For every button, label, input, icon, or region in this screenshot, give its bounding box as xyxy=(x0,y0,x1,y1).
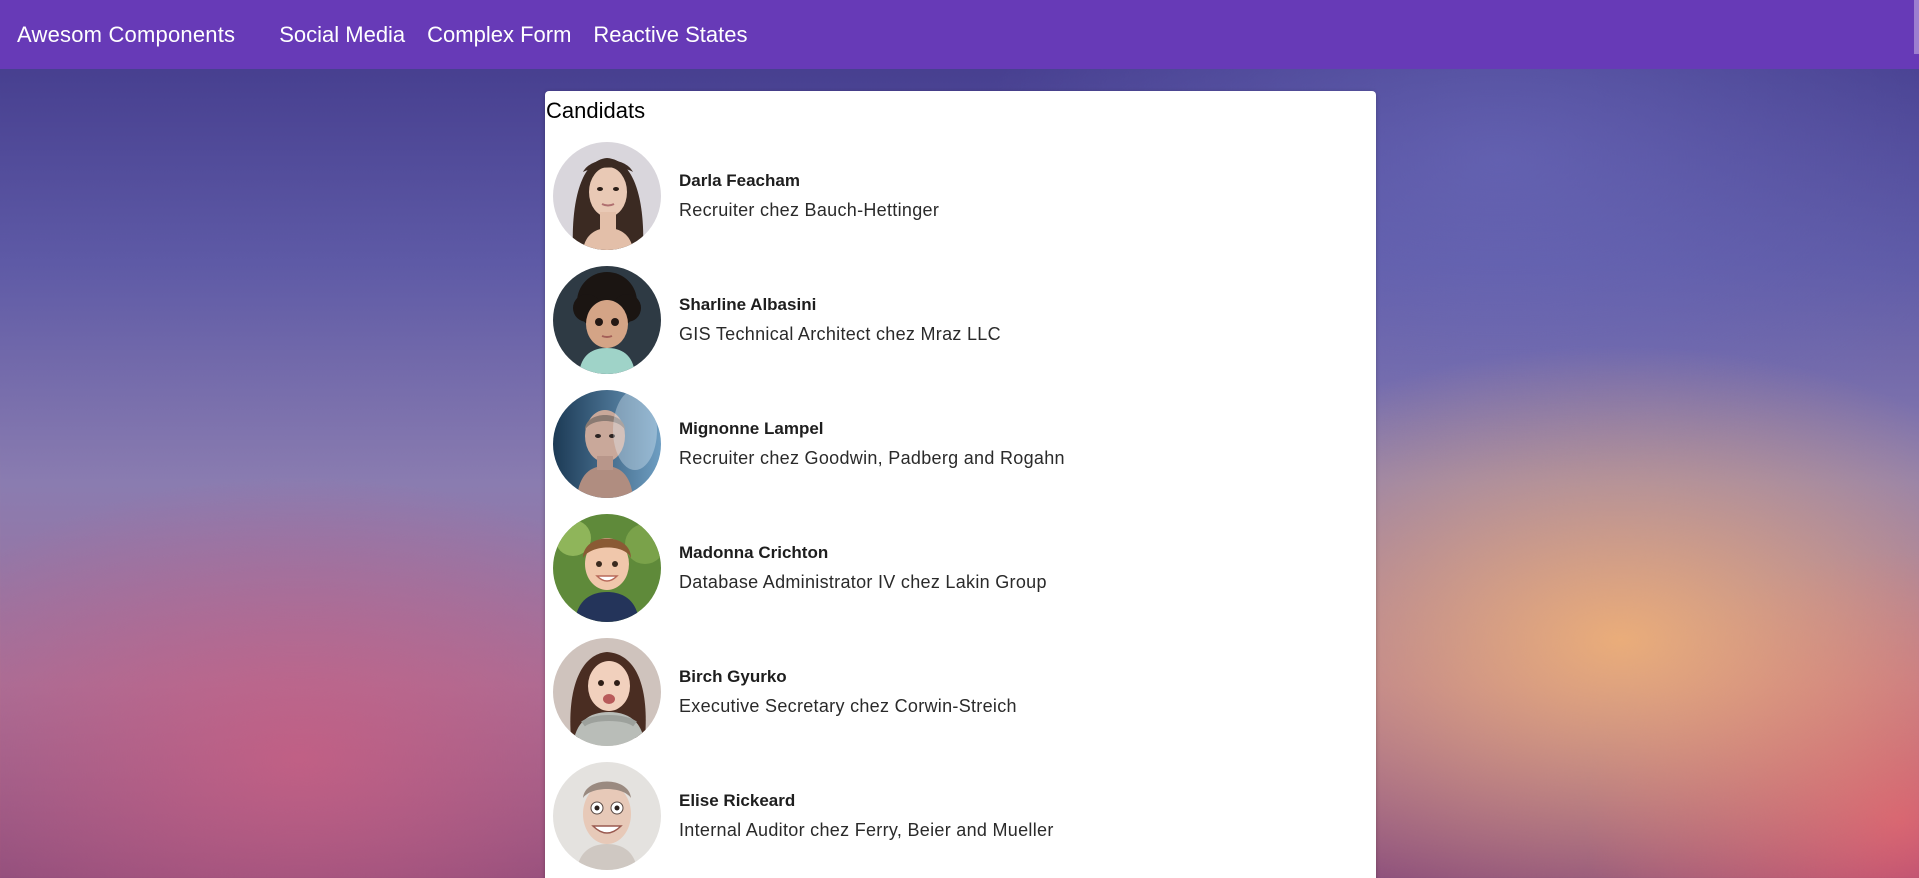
top-toolbar: Awesom Components Social Media Complex F… xyxy=(0,0,1919,69)
candidate-name: Sharline Albasini xyxy=(679,295,817,314)
card-title: Candidats xyxy=(546,98,646,123)
candidate-name: Darla Feacham xyxy=(679,171,800,190)
main-nav: Social Media Complex Form Reactive State… xyxy=(279,22,769,48)
candidate-row[interactable]: Birch Gyurko Executive Secretary chez Co… xyxy=(545,630,1376,754)
avatar xyxy=(553,762,661,870)
candidate-role: Database Administrator IV chez Lakin Gro… xyxy=(679,572,1047,592)
candidate-name: Madonna Crichton xyxy=(679,543,829,562)
nav-link-reactive-states[interactable]: Reactive States xyxy=(593,22,747,48)
candidate-name: Birch Gyurko xyxy=(679,667,787,686)
candidate-row[interactable]: Sharline Albasini GIS Technical Architec… xyxy=(545,258,1376,382)
avatar xyxy=(553,638,661,746)
candidate-row[interactable]: Madonna Crichton Database Administrator … xyxy=(545,506,1376,630)
candidate-list: Darla Feacham Recruiter chez Bauch-Hetti… xyxy=(545,134,1376,878)
candidate-role: Executive Secretary chez Corwin-Streich xyxy=(679,696,1017,716)
candidate-row[interactable]: Mignonne Lampel Recruiter chez Goodwin, … xyxy=(545,382,1376,506)
candidate-name: Mignonne Lampel xyxy=(679,419,824,438)
avatar xyxy=(553,266,661,374)
candidate-role: Recruiter chez Bauch-Hettinger xyxy=(679,200,940,220)
candidate-row[interactable]: Darla Feacham Recruiter chez Bauch-Hetti… xyxy=(545,134,1376,258)
nav-link-social-media[interactable]: Social Media xyxy=(279,22,405,48)
candidate-name: Elise Rickeard xyxy=(679,791,796,810)
candidate-role: Internal Auditor chez Ferry, Beier and M… xyxy=(679,820,1054,840)
candidates-card: Candidats Darla Feacham Recruiter chez B… xyxy=(545,91,1376,878)
candidate-role: GIS Technical Architect chez Mraz LLC xyxy=(679,324,1001,344)
candidate-role: Recruiter chez Goodwin, Padberg and Roga… xyxy=(679,448,1065,468)
app-brand[interactable]: Awesom Components xyxy=(17,22,235,48)
nav-link-complex-form[interactable]: Complex Form xyxy=(427,22,571,48)
scrollbar-thumb[interactable] xyxy=(1914,0,1919,54)
avatar xyxy=(553,142,661,250)
avatar xyxy=(553,514,661,622)
candidate-row[interactable]: Elise Rickeard Internal Auditor chez Fer… xyxy=(545,754,1376,878)
avatar xyxy=(553,390,661,498)
